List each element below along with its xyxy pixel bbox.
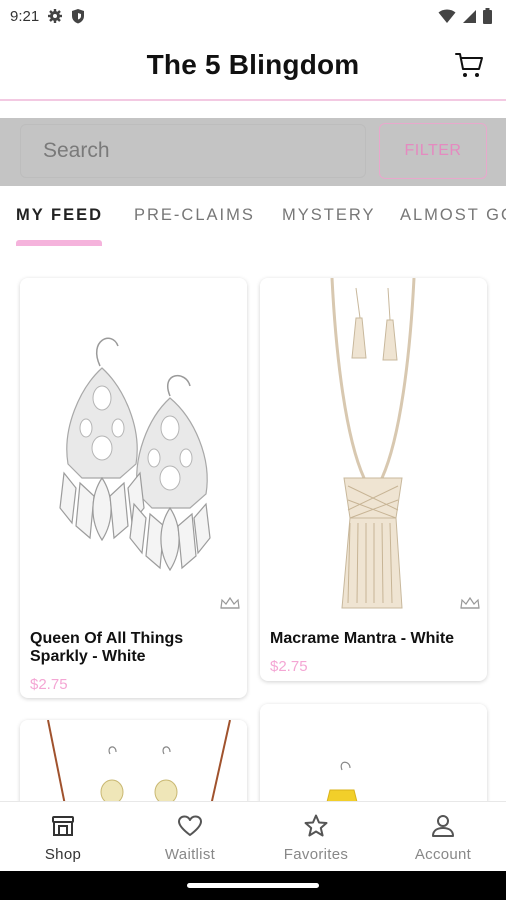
product-name: Macrame Mantra - White — [270, 630, 455, 647]
tab-my-feed[interactable]: MY FEED — [16, 206, 103, 225]
wifi-icon — [438, 9, 456, 23]
page-title: The 5 Blingdom — [146, 49, 360, 80]
header-divider — [0, 99, 506, 101]
search-input[interactable] — [20, 124, 366, 178]
product-name: Queen Of All Things Sparkly - White — [30, 630, 184, 665]
product-card[interactable] — [260, 704, 487, 801]
product-image-partial — [260, 704, 487, 801]
tab-mystery[interactable]: MYSTERY — [282, 206, 375, 225]
tab-pre-claims[interactable]: PRE-CLAIMS — [134, 206, 255, 225]
nav-label: Waitlist — [164, 846, 216, 863]
tab-almost-gone[interactable]: ALMOST GONE — [400, 206, 506, 225]
bottom-nav: Shop Waitlist Favorites Account — [0, 801, 506, 872]
battery-icon — [483, 8, 492, 24]
product-image-necklace — [260, 278, 487, 618]
crown-icon — [220, 596, 240, 609]
nav-label: Favorites — [283, 846, 349, 863]
product-card[interactable]: Macrame Mantra - White $2.75 — [260, 278, 487, 681]
nav-label: Shop — [44, 846, 82, 863]
feed-tabs: MY FEED PRE-CLAIMS MYSTERY ALMOST GONE — [0, 186, 506, 249]
person-icon — [432, 815, 454, 837]
product-image-partial — [20, 720, 247, 801]
active-tab-indicator — [16, 240, 102, 246]
filter-button[interactable]: FILTER — [379, 123, 487, 179]
product-price: $2.75 — [30, 676, 68, 693]
status-bar: 9:21 — [0, 0, 506, 32]
settings-icon — [48, 9, 63, 23]
system-nav-bar — [0, 871, 506, 900]
product-card[interactable]: Queen Of All Things Sparkly - White $2.7… — [20, 278, 247, 698]
status-time: 9:21 — [10, 7, 40, 25]
cart-icon[interactable] — [454, 50, 484, 80]
search-bar: FILTER — [0, 118, 506, 186]
product-image-earrings — [20, 278, 247, 618]
nav-shop[interactable]: Shop — [0, 802, 126, 872]
nav-account[interactable]: Account — [380, 802, 506, 872]
heart-icon — [178, 815, 202, 836]
product-grid: Queen Of All Things Sparkly - White $2.7… — [0, 248, 506, 801]
star-icon — [304, 814, 328, 837]
crown-icon — [460, 596, 480, 609]
home-gesture-pill[interactable] — [187, 883, 319, 888]
app-header: The 5 Blingdom — [0, 32, 506, 98]
signal-icon — [463, 9, 476, 23]
nav-waitlist[interactable]: Waitlist — [127, 802, 253, 872]
shop-icon — [52, 816, 74, 836]
nav-label: Account — [414, 846, 472, 863]
product-card[interactable] — [20, 720, 247, 801]
shield-icon — [72, 9, 85, 24]
product-price: $2.75 — [270, 658, 308, 675]
nav-favorites[interactable]: Favorites — [253, 802, 379, 872]
